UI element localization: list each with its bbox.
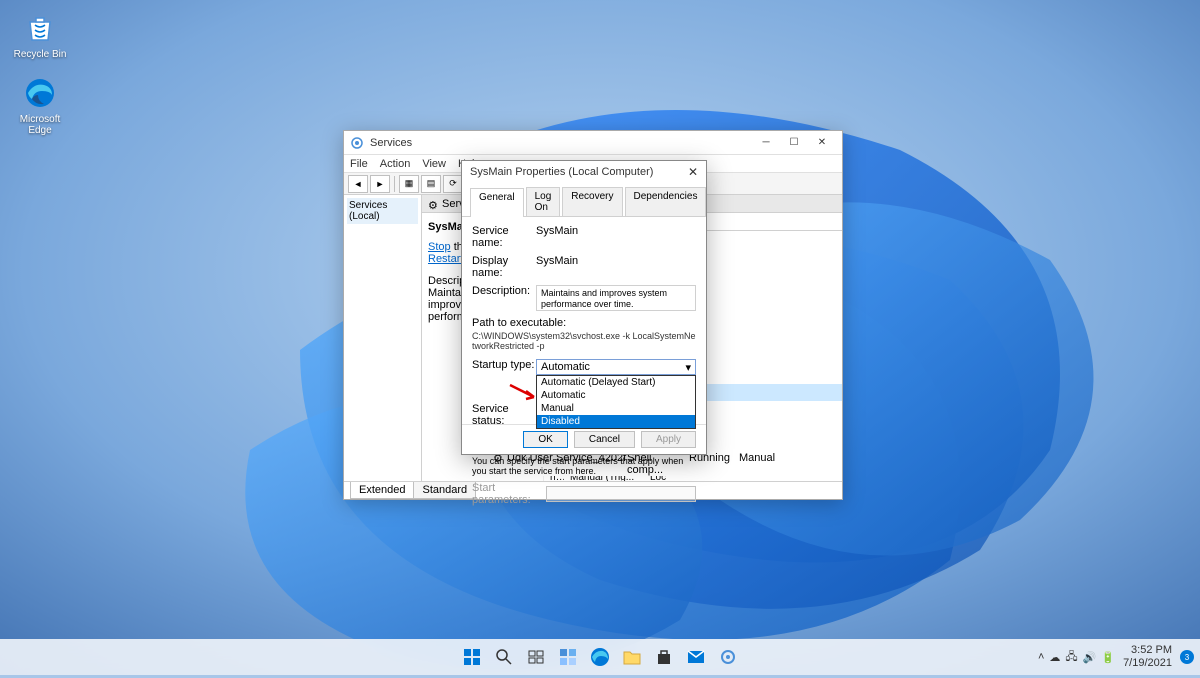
- gear-icon: ⚙: [428, 199, 438, 209]
- services-icon: [350, 136, 364, 150]
- taskbar-clock[interactable]: 3:52 PM 7/19/2021: [1123, 644, 1172, 670]
- tray-icons[interactable]: ˄ ☁ 🖧 🔊 🔋: [1038, 648, 1115, 667]
- option-manual[interactable]: Manual: [537, 402, 695, 415]
- dialog-close-button[interactable]: ✕: [688, 165, 698, 179]
- tab-dependencies[interactable]: Dependencies: [625, 187, 707, 216]
- service-name-value: SysMain: [536, 225, 696, 237]
- mail-icon[interactable]: [682, 643, 710, 671]
- forward-button[interactable]: ►: [370, 175, 390, 193]
- edge-icon[interactable]: Microsoft Edge: [10, 75, 70, 136]
- tab-general[interactable]: General: [470, 188, 524, 217]
- refresh-button[interactable]: ⟳: [443, 175, 463, 193]
- menu-file[interactable]: File: [350, 158, 368, 170]
- back-button[interactable]: ◄: [348, 175, 368, 193]
- tray-volume-icon[interactable]: 🔊: [1083, 651, 1097, 664]
- restart-link[interactable]: Restart: [428, 253, 463, 265]
- tray-chevron-icon[interactable]: ˄: [1038, 651, 1044, 663]
- tray-battery-icon[interactable]: 🔋: [1101, 651, 1115, 664]
- menu-action[interactable]: Action: [380, 158, 411, 170]
- close-button[interactable]: ✕: [808, 134, 836, 152]
- menu-view[interactable]: View: [422, 158, 446, 170]
- search-icon[interactable]: [490, 643, 518, 671]
- notification-badge[interactable]: 3: [1180, 650, 1194, 664]
- tab-recovery[interactable]: Recovery: [562, 187, 622, 216]
- help-text: You can specify the start parameters tha…: [472, 456, 696, 476]
- startup-dropdown: Automatic (Delayed Start) Automatic Manu…: [536, 375, 696, 429]
- dialog-tabs: General Log On Recovery Dependencies: [462, 183, 706, 217]
- option-auto-delayed[interactable]: Automatic (Delayed Start): [537, 376, 695, 389]
- display-name-value: SysMain: [536, 255, 696, 267]
- toolbar-btn-1[interactable]: ▦: [399, 175, 419, 193]
- option-automatic[interactable]: Automatic: [537, 389, 695, 402]
- cancel-button[interactable]: Cancel: [574, 431, 635, 448]
- explorer-icon[interactable]: [618, 643, 646, 671]
- apply-button: Apply: [641, 431, 696, 448]
- services-taskbar-icon[interactable]: [714, 643, 742, 671]
- ok-button[interactable]: OK: [523, 431, 567, 448]
- maximize-button[interactable]: ☐: [780, 134, 808, 152]
- recycle-bin-icon[interactable]: Recycle Bin: [10, 10, 70, 60]
- services-local-item[interactable]: Services (Local): [347, 198, 418, 224]
- store-icon[interactable]: [650, 643, 678, 671]
- stop-link[interactable]: Stop: [428, 241, 451, 253]
- left-pane: Services (Local): [344, 195, 422, 481]
- services-titlebar[interactable]: Services ─ ☐ ✕: [344, 131, 842, 155]
- task-view-icon[interactable]: [522, 643, 550, 671]
- properties-dialog: SysMain Properties (Local Computer) ✕ Ge…: [461, 160, 707, 455]
- taskbar: ˄ ☁ 🖧 🔊 🔋 3:52 PM 7/19/2021 3: [0, 639, 1200, 675]
- widgets-icon[interactable]: [554, 643, 582, 671]
- toolbar-btn-2[interactable]: ▤: [421, 175, 441, 193]
- description-box: Maintains and improves system performanc…: [536, 285, 696, 311]
- tray-network-icon[interactable]: 🖧: [1065, 648, 1077, 667]
- start-button[interactable]: [458, 643, 486, 671]
- tab-extended[interactable]: Extended: [350, 482, 414, 499]
- option-disabled[interactable]: Disabled: [537, 415, 695, 428]
- path-value: C:\WINDOWS\system32\svchost.exe -k Local…: [472, 331, 696, 351]
- minimize-button[interactable]: ─: [752, 134, 780, 152]
- red-arrow-annotation: [508, 383, 540, 403]
- tab-logon[interactable]: Log On: [526, 187, 561, 216]
- start-params-input: [546, 486, 696, 502]
- startup-type-select[interactable]: Automatic▾ Automatic (Delayed Start) Aut…: [536, 359, 696, 375]
- chevron-down-icon: ▾: [685, 361, 691, 374]
- edge-taskbar-icon[interactable]: [586, 643, 614, 671]
- tray-onedrive-icon[interactable]: ☁: [1049, 651, 1060, 664]
- dialog-titlebar[interactable]: SysMain Properties (Local Computer) ✕: [462, 161, 706, 183]
